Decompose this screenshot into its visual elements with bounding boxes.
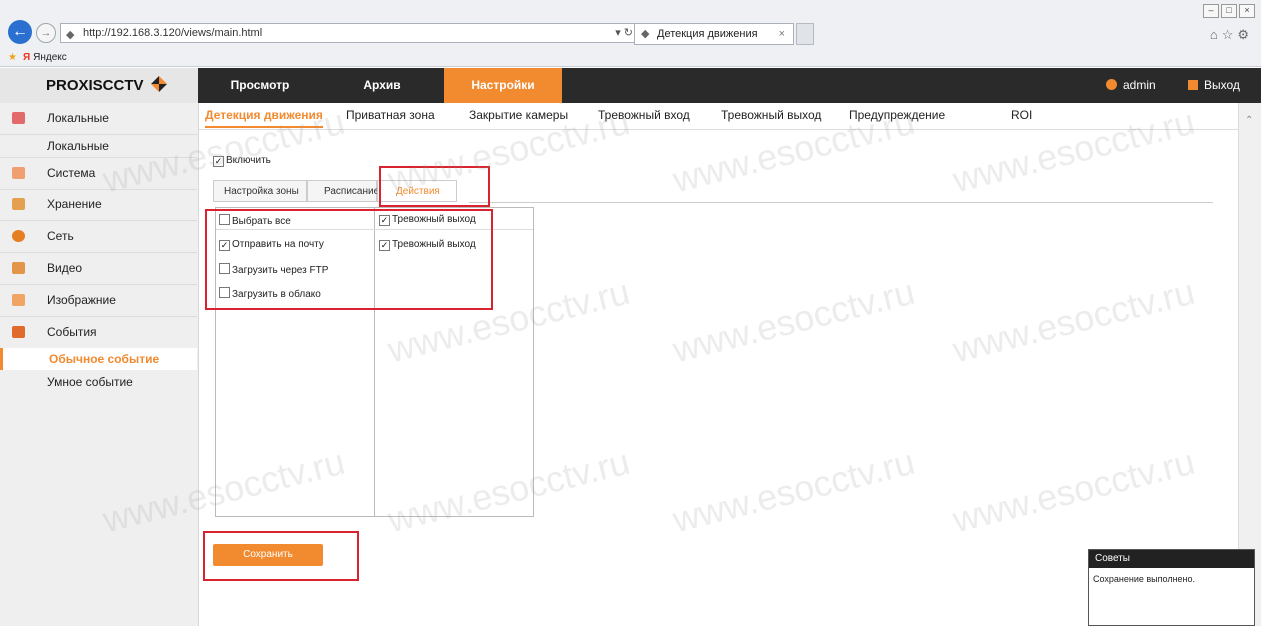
image-icon [12,294,25,306]
logout-icon [1188,80,1198,90]
gear-icon[interactable]: ⚙ [1237,27,1253,42]
tips-title: Советы [1089,550,1254,568]
browser-chrome: ← → ◆ http://192.168.3.120/views/main.ht… [0,0,1261,67]
user-menu[interactable]: admin [1106,68,1156,103]
sidebar-item-label: Локальные [47,111,109,125]
star-icon[interactable]: ☆ [1222,27,1238,42]
browser-tools: ⌂☆⚙ [1210,27,1253,43]
highlight-save-button [203,531,359,581]
user-icon [1106,79,1117,90]
network-icon [12,230,25,242]
sidebar-item-label: События [47,325,97,339]
sidebar-sub-normal-event[interactable]: Обычное событие [0,348,197,370]
favorite-link[interactable]: Яндекс [33,52,67,63]
tips-message: Сохранение выполнено. [1093,574,1196,584]
sidebar-item-label: Система [47,166,96,180]
divider [469,202,1213,203]
enable-toggle[interactable]: ✓ Включить [213,155,271,167]
sidebar-item-video[interactable]: Видео [0,253,197,285]
sidebar-item-label: Сеть [47,229,74,243]
tab-alarm-output[interactable]: Тревожный выход [721,108,821,122]
new-tab-button[interactable] [796,23,814,45]
scroll-up-icon[interactable]: ⌃ [1245,115,1253,126]
system-icon [12,167,25,179]
sidebar-sub-local[interactable]: Локальные [47,135,109,157]
favorites-star-icon[interactable]: ★ [8,52,17,63]
crumb-schedule[interactable]: Расписание [307,180,379,202]
settings-tabs: Детекция движения Приватная зона Закрыти… [199,103,1261,130]
back-arrow-icon[interactable]: ← [8,20,32,44]
sidebar-item-label: Хранение [47,197,102,211]
sidebar-sub-smart-event[interactable]: Умное событие [47,371,133,393]
favorites-bar: ★ Я Яндекс [0,50,67,66]
highlight-actions-options [205,209,493,310]
tab-camera-tamper[interactable]: Закрытие камеры [469,108,568,122]
tab-motion-detection[interactable]: Детекция движения [205,108,323,128]
tab-alarm-input[interactable]: Тревожный вход [598,108,690,122]
sidebar-item-storage[interactable]: Хранение [0,189,197,221]
url-text: http://192.168.3.120/views/main.html [83,27,263,39]
logout-button[interactable]: Выход [1188,68,1240,103]
page-icon: ◆ [66,29,75,41]
forward-arrow-icon[interactable]: → [36,23,56,43]
sidebar-sub-label: Обычное событие [49,352,160,366]
yandex-icon: Я [22,52,31,63]
sidebar-item-label: Изображние [47,293,116,307]
sidebar-item-label: Видео [47,261,83,275]
refresh-icon[interactable]: ▾ ↻ [615,24,633,42]
scrollbar[interactable]: ⌃ [1238,103,1261,626]
tab-privacy-zone[interactable]: Приватная зона [346,108,435,122]
highlight-actions-crumb [379,166,490,207]
nav-archive[interactable]: Архив [320,68,444,103]
minimize-icon[interactable]: – [1203,4,1219,18]
close-tab-icon[interactable]: × [779,24,785,44]
app-topbar: PROXISCCTV Просмотр Архив Настройки admi… [0,68,1261,103]
sidebar-item-events[interactable]: События [0,317,197,349]
events-icon [12,326,25,338]
tab-warning[interactable]: Предупреждение [849,108,945,122]
enable-label: Включить [226,155,271,166]
sidebar-item-system[interactable]: Система [0,157,197,190]
logo: PROXISCCTV [0,68,198,103]
page-icon: ◆ [641,28,650,40]
nav-settings[interactable]: Настройки [444,68,562,103]
nav-view[interactable]: Просмотр [200,68,320,103]
sidebar-item-image[interactable]: Изображние [0,285,197,317]
close-window-icon[interactable]: × [1239,4,1255,18]
crumb-zone-setup[interactable]: Настройка зоны [213,180,307,202]
sidebar: Локальные Локальные Система Хранение Сет… [0,103,199,626]
logo-mark-icon [150,76,167,92]
enable-checkbox[interactable]: ✓ [213,156,224,167]
window-controls: – □ × [1201,4,1255,18]
tab-title: Детекция движения [657,28,758,40]
monitor-icon [12,112,25,124]
sidebar-item-local[interactable]: Локальные [0,103,197,135]
video-icon [12,262,25,274]
main-content: Детекция движения Приватная зона Закрыти… [199,103,1261,626]
tips-panel: Советы Сохранение выполнено. [1088,549,1255,626]
logo-text: PROXISCCTV [46,77,144,94]
browser-tab[interactable]: ◆ Детекция движения × [634,23,794,45]
sidebar-item-network[interactable]: Сеть [0,221,197,253]
storage-icon [12,198,25,210]
logout-label: Выход [1204,78,1240,92]
address-bar[interactable]: ◆ http://192.168.3.120/views/main.html ▾… [60,23,640,43]
tab-roi[interactable]: ROI [1011,108,1032,122]
home-icon[interactable]: ⌂ [1210,27,1222,42]
maximize-icon[interactable]: □ [1221,4,1237,18]
username: admin [1123,78,1156,92]
